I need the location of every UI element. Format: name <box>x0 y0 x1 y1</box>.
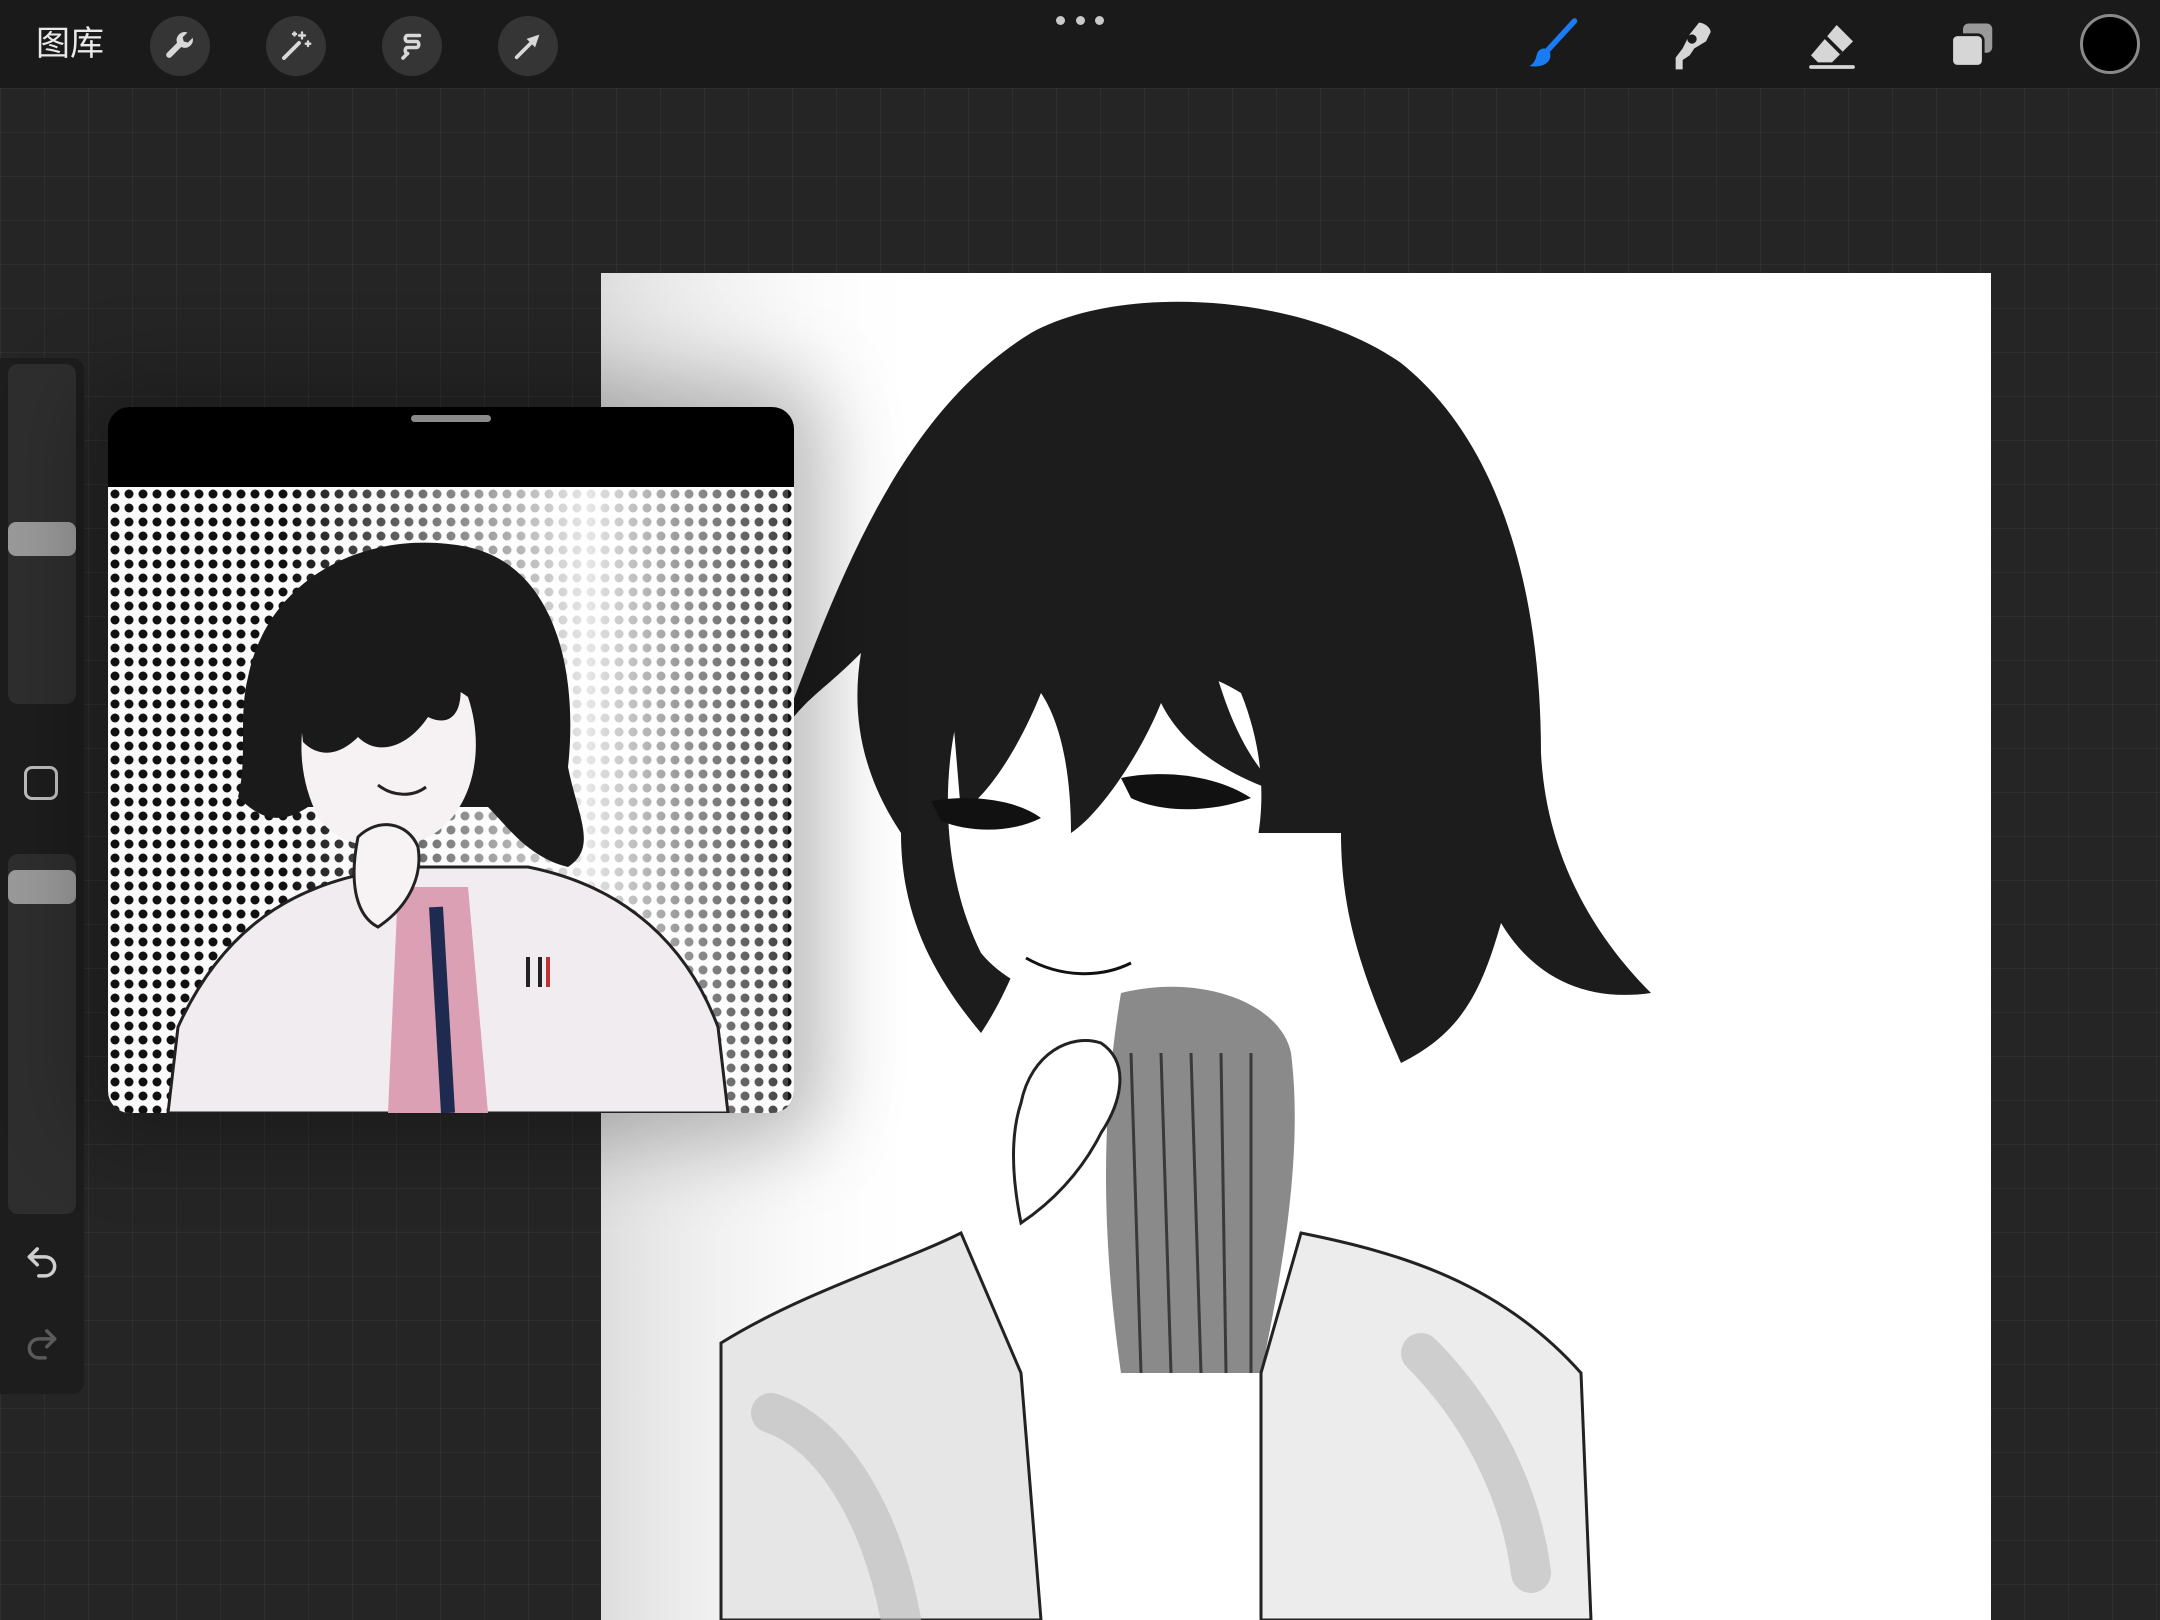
sketch-artwork <box>601 273 1651 1620</box>
reference-drag-handle[interactable] <box>411 415 491 422</box>
smudge-icon <box>1675 22 1711 70</box>
opacity-thumb[interactable] <box>8 870 76 904</box>
gallery-button[interactable]: 图库 <box>36 20 104 68</box>
dot <box>1075 15 1085 25</box>
reference-artwork <box>108 487 794 1113</box>
wrench-icon <box>166 32 193 58</box>
eraser-tool-button[interactable] <box>1800 14 1864 78</box>
dot <box>1056 15 1065 25</box>
adjustments-button[interactable] <box>266 16 326 76</box>
more-options-dots[interactable] <box>1056 8 1104 32</box>
redo-button[interactable] <box>18 1318 66 1366</box>
actions-button[interactable] <box>150 16 210 76</box>
undo-icon <box>27 1247 57 1278</box>
smudge-tool-button[interactable] <box>1660 14 1724 78</box>
reference-window[interactable] <box>108 407 794 1113</box>
opacity-slider[interactable] <box>8 854 76 1214</box>
left-sidebar <box>0 358 84 1394</box>
brush-icon <box>1529 18 1578 67</box>
redo-icon <box>27 1329 57 1360</box>
paint-tool-button[interactable] <box>1520 14 1584 78</box>
undo-button[interactable] <box>18 1236 66 1284</box>
eraser-icon <box>1809 25 1855 69</box>
selection-button[interactable] <box>382 16 442 76</box>
reference-image <box>108 487 794 1113</box>
color-picker-button[interactable] <box>2080 14 2140 74</box>
dot <box>1095 15 1104 25</box>
modify-button[interactable] <box>24 766 58 800</box>
arrow-cursor-icon <box>514 34 540 60</box>
transform-button[interactable] <box>498 16 558 76</box>
top-toolbar: 图库 <box>0 0 2160 88</box>
magic-wand-icon <box>282 31 312 60</box>
selection-icon <box>401 33 422 60</box>
layers-tool-button[interactable] <box>1940 14 2004 78</box>
brush-size-thumb[interactable] <box>8 522 76 556</box>
drawing-canvas[interactable] <box>601 273 1991 1620</box>
layers-icon <box>1950 23 1993 68</box>
